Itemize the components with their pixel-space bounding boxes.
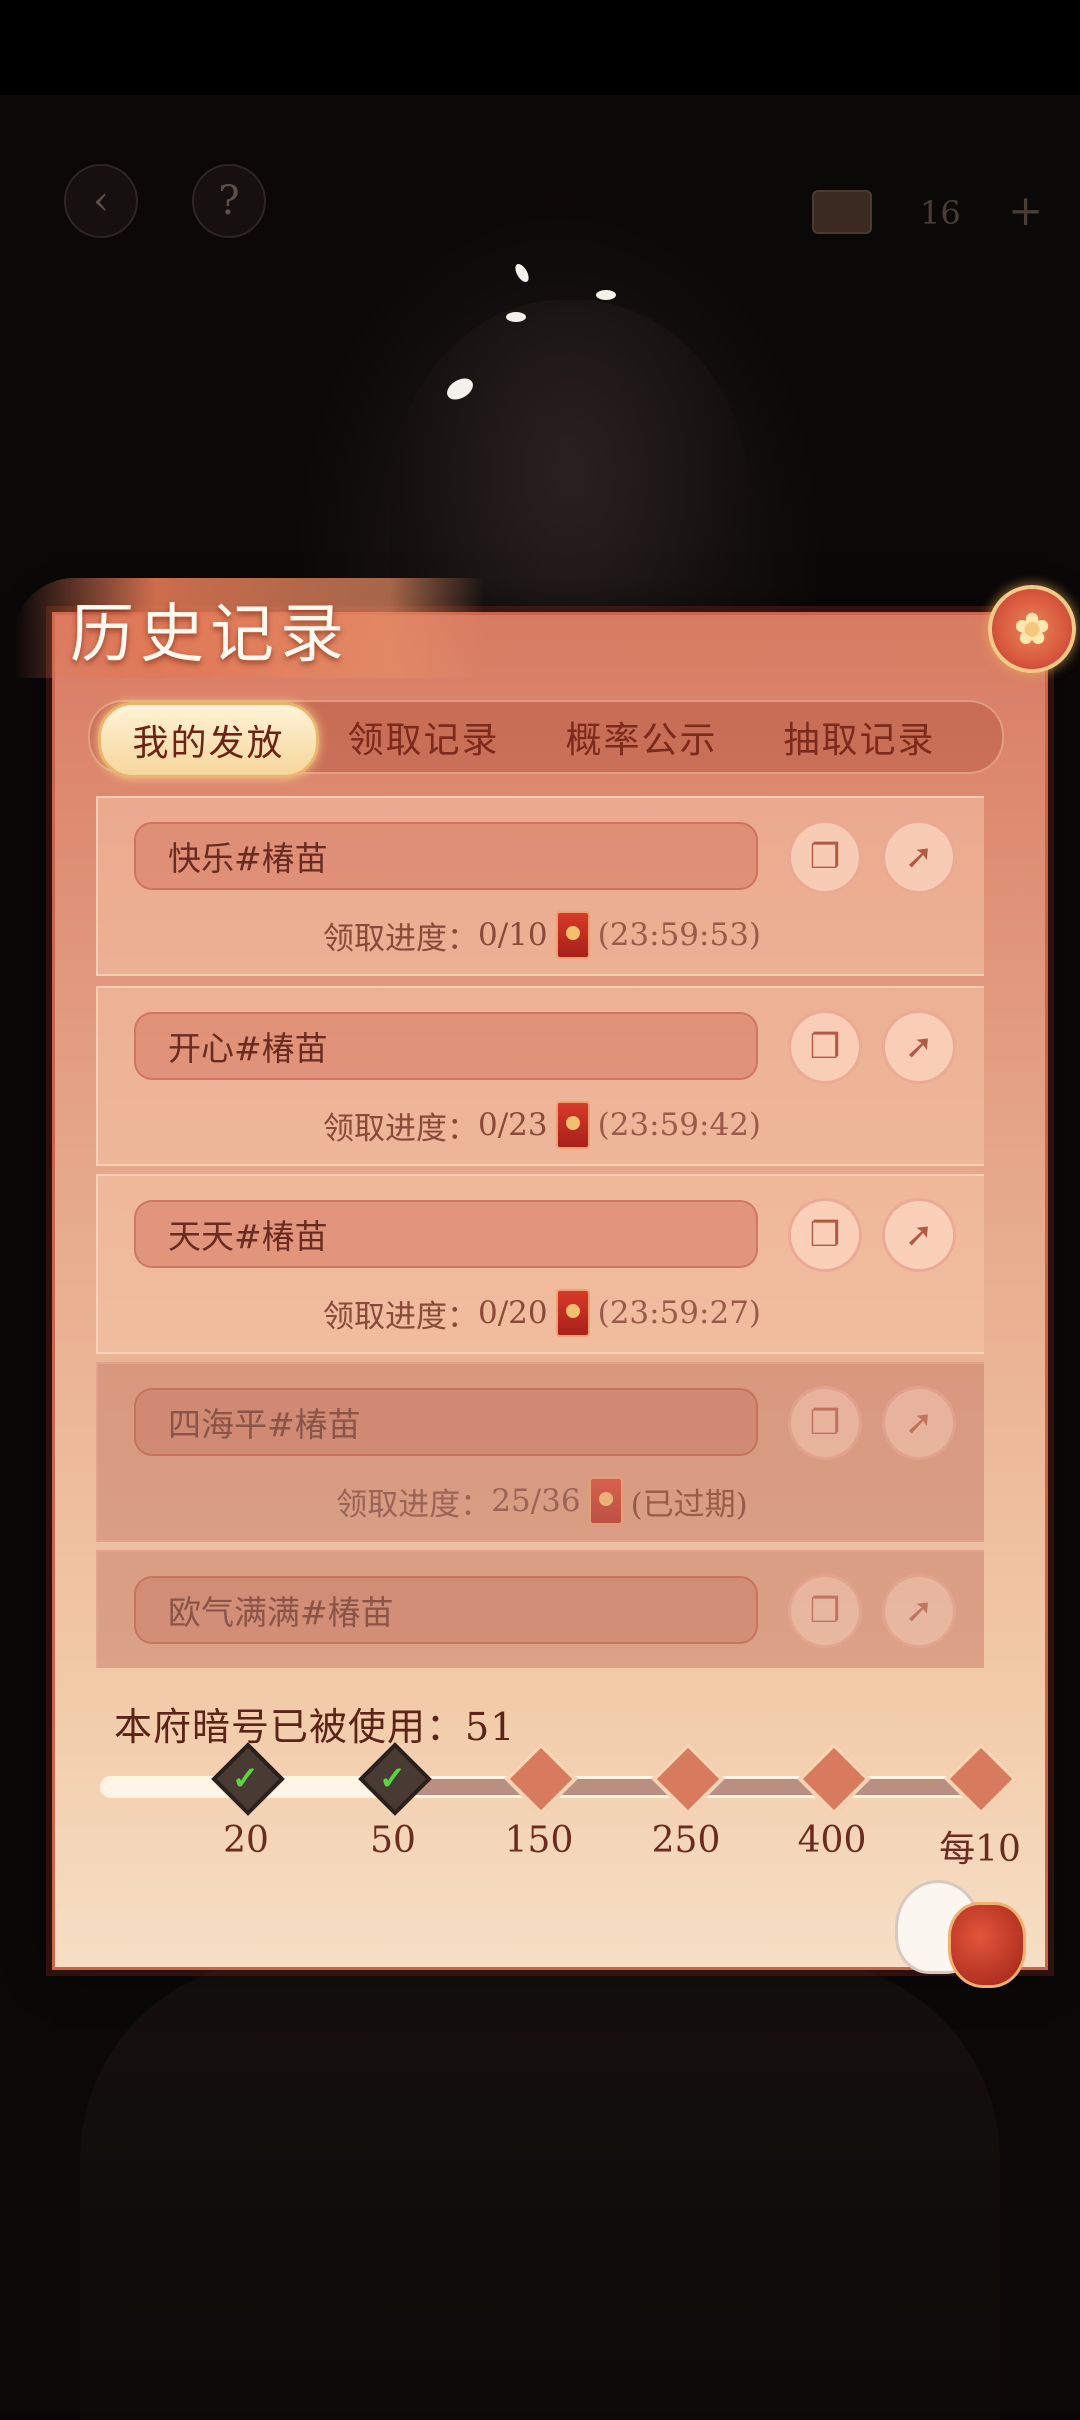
- list-item: 欧气满满#椿苗 ❐ ➚: [96, 1550, 984, 1668]
- progress-line: 领取进度： 25/36 (已过期): [98, 1476, 984, 1526]
- milestone-label: 50: [370, 1820, 416, 1861]
- progress-value: 25/36: [491, 1483, 581, 1519]
- copy-icon[interactable]: ❐: [788, 1198, 862, 1272]
- progress-value: 0/20: [477, 1295, 548, 1331]
- chest-icon: [812, 190, 872, 234]
- share-icon[interactable]: ➚: [882, 820, 956, 894]
- timer: (已过期): [630, 1486, 748, 1523]
- petal-decoration: [596, 290, 616, 300]
- copy-icon[interactable]: ❐: [788, 1386, 862, 1460]
- list-item: 开心#椿苗 ❐ ➚ 领取进度： 0/23 (23:59:42): [96, 986, 984, 1166]
- progress-label: 领取进度：: [322, 1110, 478, 1147]
- milestone-label: 400: [797, 1820, 867, 1861]
- progress-label: 领取进度：: [322, 1298, 478, 1335]
- progress-line: 领取进度： 0/20 (23:59:27): [98, 1288, 984, 1338]
- panel-title: 历史记录: [70, 598, 350, 672]
- record-list[interactable]: 快乐#椿苗 ❐ ➚ 领取进度： 0/10 (23:59:53) 开心#椿苗 ❐ …: [96, 796, 984, 1668]
- progress-line: 领取进度： 0/23 (23:59:42): [98, 1100, 984, 1150]
- copy-icon[interactable]: ❐: [788, 820, 862, 894]
- tab-bar: 我的发放 领取记录 概率公示 抽取记录: [88, 700, 1004, 778]
- progress-value: 0/23: [477, 1107, 548, 1143]
- timer: (23:59:42): [597, 1107, 762, 1143]
- red-envelope-icon: [555, 1101, 590, 1149]
- timer: (23:59:53): [597, 917, 762, 953]
- list-item: 四海平#椿苗 ❐ ➚ 领取进度： 25/36 (已过期): [96, 1362, 984, 1542]
- add-currency-button[interactable]: +: [1008, 186, 1043, 235]
- tab-my-issued[interactable]: 我的发放: [98, 702, 319, 778]
- usage-count: 本府暗号已被使用：51: [114, 1696, 515, 1751]
- red-envelope-icon: [588, 1477, 623, 1525]
- red-envelope-icon: [555, 1289, 590, 1337]
- copy-icon[interactable]: ❐: [788, 1574, 862, 1648]
- list-item: 天天#椿苗 ❐ ➚ 领取进度： 0/20 (23:59:27): [96, 1174, 984, 1354]
- share-icon[interactable]: ➚: [882, 1386, 956, 1460]
- progress-label: 领取进度：: [322, 920, 478, 957]
- back-arrow-icon[interactable]: ‹: [64, 164, 138, 238]
- character-robe: [80, 1960, 1000, 2420]
- record-name: 四海平#椿苗: [134, 1388, 758, 1456]
- progress-label: 领取进度：: [336, 1486, 492, 1523]
- check-icon: ✓: [379, 1758, 406, 1797]
- currency-value: 16: [920, 194, 961, 232]
- record-name: 欧气满满#椿苗: [134, 1576, 758, 1644]
- milestone-label: 20: [223, 1820, 269, 1861]
- question-icon[interactable]: ?: [192, 164, 266, 238]
- red-envelope-icon: [555, 911, 590, 959]
- tab-probability[interactable]: 概率公示: [534, 702, 749, 772]
- usage-value: 51: [465, 1705, 516, 1749]
- milestone-track: ✓ ✓: [100, 1742, 1018, 1816]
- share-icon[interactable]: ➚: [882, 1198, 956, 1272]
- usage-label: 本府暗号已被使用：: [114, 1705, 466, 1749]
- record-name: 开心#椿苗: [134, 1012, 758, 1080]
- close-flower-icon[interactable]: ✿: [988, 585, 1076, 673]
- milestone-label: 每10: [939, 1829, 1021, 1870]
- list-item: 快乐#椿苗 ❐ ➚ 领取进度： 0/10 (23:59:53): [96, 796, 984, 976]
- milestone-label: 150: [504, 1820, 574, 1861]
- status-bar: [0, 0, 1080, 95]
- timer: (23:59:27): [597, 1295, 762, 1331]
- tab-draw-records[interactable]: 抽取记录: [752, 702, 967, 772]
- copy-icon[interactable]: ❐: [788, 1010, 862, 1084]
- petal-decoration: [506, 312, 526, 322]
- progress-line: 领取进度： 0/10 (23:59:53): [98, 910, 984, 960]
- lucky-bag-icon[interactable]: [948, 1902, 1026, 1988]
- milestone-label: 250: [651, 1820, 721, 1861]
- record-name: 天天#椿苗: [134, 1200, 758, 1268]
- tab-claim-records[interactable]: 领取记录: [316, 702, 531, 772]
- share-icon[interactable]: ➚: [882, 1574, 956, 1648]
- share-icon[interactable]: ➚: [882, 1010, 956, 1084]
- progress-value: 0/10: [477, 917, 548, 953]
- record-name: 快乐#椿苗: [134, 822, 758, 890]
- check-icon: ✓: [232, 1758, 259, 1797]
